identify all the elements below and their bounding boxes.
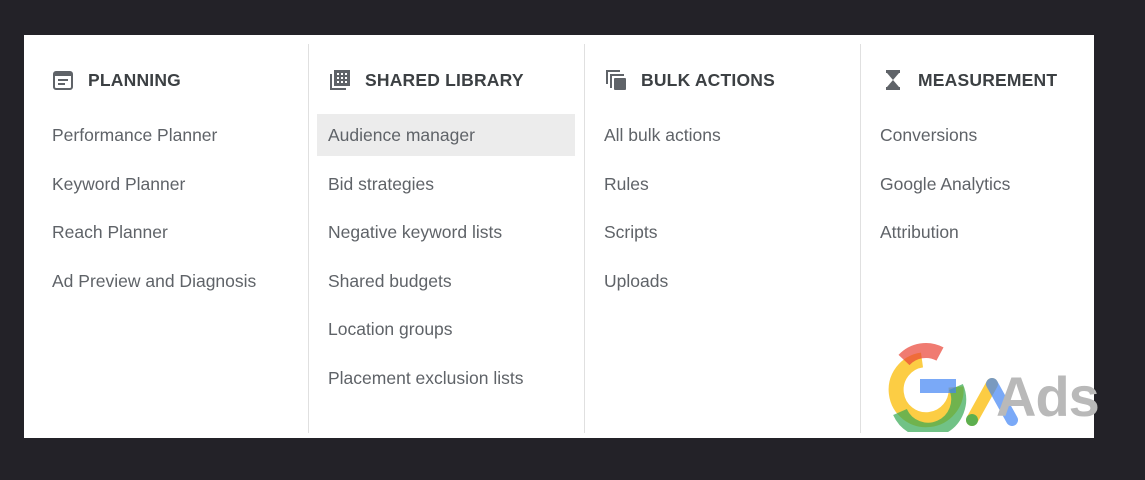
copy-stack-icon (605, 69, 627, 91)
menu-item-attribution[interactable]: Attribution (880, 211, 959, 253)
menu-item-uploads[interactable]: Uploads (604, 260, 668, 302)
bulk-actions-header: BULK ACTIONS (605, 67, 775, 93)
menu-item-reach-planner[interactable]: Reach Planner (52, 211, 168, 253)
library-icon (329, 69, 351, 91)
column-divider (860, 44, 861, 433)
shared-library-header: SHARED LIBRARY (329, 67, 524, 93)
column-divider (584, 44, 585, 433)
shared-library-title: SHARED LIBRARY (365, 69, 524, 90)
menu-item-negative-keyword-lists[interactable]: Negative keyword lists (328, 211, 502, 253)
menu-item-scripts[interactable]: Scripts (604, 211, 657, 253)
planning-title: PLANNING (88, 69, 181, 90)
menu-item-location-groups[interactable]: Location groups (328, 308, 453, 350)
planning-header: PLANNING (52, 67, 181, 93)
google-ads-logo: Ads (874, 342, 1100, 438)
measurement-title: MEASUREMENT (918, 69, 1058, 90)
menu-item-bid-strategies[interactable]: Bid strategies (328, 163, 434, 205)
calendar-icon (52, 69, 74, 91)
column-divider (308, 44, 309, 433)
tools-menu-panel: PLANNING Performance Planner Keyword Pla… (24, 35, 1100, 438)
menu-item-conversions[interactable]: Conversions (880, 114, 977, 156)
measurement-header: MEASUREMENT (882, 67, 1057, 93)
bulk-actions-title: BULK ACTIONS (641, 69, 775, 90)
menu-item-keyword-planner[interactable]: Keyword Planner (52, 163, 185, 205)
menu-item-placement-exclusion-lists[interactable]: Placement exclusion lists (328, 357, 524, 399)
logo-text: Ads (996, 365, 1100, 428)
menu-item-ad-preview-diagnosis[interactable]: Ad Preview and Diagnosis (52, 260, 256, 302)
menu-item-all-bulk-actions[interactable]: All bulk actions (604, 114, 721, 156)
menu-item-rules[interactable]: Rules (604, 163, 649, 205)
menu-item-audience-manager[interactable]: Audience manager (317, 114, 575, 156)
menu-item-performance-planner[interactable]: Performance Planner (52, 114, 217, 156)
menu-item-google-analytics[interactable]: Google Analytics (880, 163, 1010, 205)
menu-item-shared-budgets[interactable]: Shared budgets (328, 260, 452, 302)
hourglass-icon (882, 69, 904, 91)
